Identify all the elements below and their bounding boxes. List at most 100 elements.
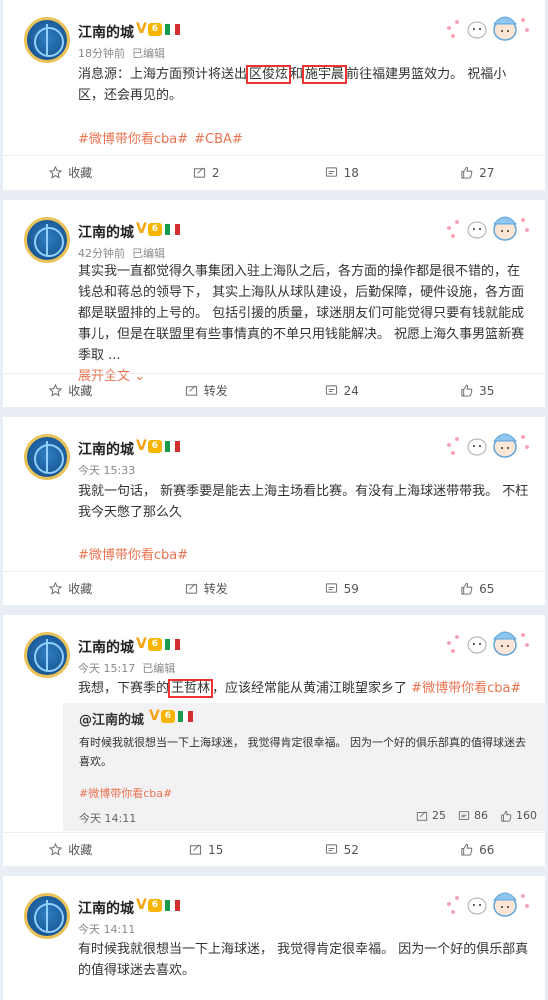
verified-v-icon: V	[136, 897, 147, 913]
like-button[interactable]: 65	[410, 572, 546, 605]
italy-flag-icon	[164, 899, 180, 911]
comment-icon	[325, 583, 337, 593]
post-time[interactable]: 今天 15:33	[78, 464, 135, 477]
verified-v-icon: V	[149, 708, 160, 724]
quoted-like[interactable]: 160	[500, 809, 537, 822]
avatar[interactable]	[24, 632, 70, 678]
verified-v-icon: V	[136, 21, 147, 37]
card-decoration-icon	[447, 631, 529, 656]
author-name[interactable]: 江南的城	[78, 222, 134, 242]
author-name[interactable]: 江南的城	[78, 898, 134, 918]
highlighted-name: 区俊炫	[246, 65, 292, 84]
user-badges: V 6	[136, 21, 180, 37]
post-card: 江南的城 V 6 今天 15:33 我就一句话， 新赛季要是能去上海主场看比赛。…	[3, 417, 545, 605]
action-bar: 收藏 2 18 27	[3, 155, 545, 189]
topic-tag[interactable]: #微博带你看cba#	[78, 548, 188, 563]
thumbs-up-icon	[461, 384, 473, 397]
post-meta: 今天 15:17 已编辑	[78, 660, 175, 676]
avatar[interactable]	[24, 217, 70, 263]
topic-tag[interactable]: #微博带你看cba#	[79, 785, 172, 801]
repost-button[interactable]: 2	[139, 156, 275, 189]
verified-v-icon: V	[136, 438, 147, 454]
repost-icon	[185, 385, 197, 396]
level-badge-icon: 6	[147, 898, 162, 912]
like-button[interactable]: 27	[410, 156, 546, 189]
comment-button[interactable]: 52	[274, 833, 410, 866]
comment-button[interactable]: 24	[274, 374, 410, 407]
repost-button[interactable]: 转发	[139, 572, 275, 605]
comment-icon	[325, 385, 337, 395]
post-text: 我想，下赛季的 王哲林 ，应该经常能从黄浦江眺望家乡了 #微博带你看cba#	[78, 679, 522, 698]
quoted-comment[interactable]: 86	[458, 809, 488, 822]
level-badge-icon: 6	[147, 439, 162, 453]
card-decoration-icon	[447, 16, 529, 41]
comment-icon	[325, 844, 337, 854]
comment-button[interactable]: 18	[274, 156, 410, 189]
post-time[interactable]: 18分钟前	[78, 47, 125, 60]
highlighted-name: 王哲林	[168, 679, 214, 698]
repost-icon	[416, 810, 428, 821]
post-time[interactable]: 42分钟前	[78, 247, 125, 260]
italy-flag-icon	[164, 440, 180, 452]
user-badges: V 6	[136, 221, 180, 237]
star-icon	[49, 843, 63, 856]
post-text: 消息源：上海方面预计将送出 区俊炫和施宇晨 前往福建男篮效力。 祝福小区，还会再见的…	[78, 65, 507, 103]
post-card: 江南的城 V 6 18分钟前 已编辑 消息源：上海方面预计将送出 区俊炫和施宇晨前…	[3, 0, 545, 190]
level-badge-icon: 6	[147, 22, 162, 36]
comment-icon	[325, 167, 337, 177]
post-time[interactable]: 今天 14:11	[78, 923, 135, 936]
card-decoration-icon	[447, 433, 529, 458]
topic-tag[interactable]: #微博带你看cba#	[411, 681, 521, 696]
quoted-text: 有时候我就很想当一下上海球迷， 我觉得肯定很幸福。 因为一个好的俱乐部真的值得球…	[79, 736, 526, 768]
post-card: 江南的城 V 6 今天 14:11 有时候我就很想当一下上海球迷， 我觉得肯定很…	[3, 876, 545, 1000]
thumbs-up-icon	[461, 843, 473, 856]
post-time[interactable]: 今天 15:17	[78, 662, 135, 675]
italy-flag-icon	[164, 223, 180, 235]
post-meta: 18分钟前 已编辑	[78, 45, 165, 61]
repost-button[interactable]: 转发	[139, 374, 275, 407]
quoted-author[interactable]: @江南的城	[79, 709, 144, 728]
author-name[interactable]: 江南的城	[78, 439, 134, 459]
italy-flag-icon	[177, 710, 193, 722]
repost-button[interactable]: 15	[139, 833, 275, 866]
topic-tags: #微博带你看cba#	[78, 544, 194, 563]
repost-icon	[190, 844, 202, 855]
comment-icon	[458, 810, 470, 820]
post-meta: 42分钟前 已编辑	[78, 245, 165, 261]
post-meta: 今天 14:11	[78, 921, 135, 937]
thumbs-up-icon	[461, 582, 473, 595]
user-badges: V 6	[149, 708, 193, 724]
favorite-button[interactable]: 收藏	[3, 156, 139, 189]
action-bar: 收藏 转发 24 35	[3, 373, 545, 407]
level-badge-icon: 6	[147, 222, 162, 236]
post-card: 江南的城 V 6 42分钟前 已编辑 其实我一直都觉得久事集团入驻上海队之后，各…	[3, 200, 545, 407]
user-badges: V 6	[136, 897, 180, 913]
repost-icon	[193, 167, 205, 178]
weibo-feed: 江南的城 V 6 18分钟前 已编辑 消息源：上海方面预计将送出 区俊炫和施宇晨前…	[0, 0, 548, 1000]
edited-label: 已编辑	[132, 47, 165, 60]
author-name[interactable]: 江南的城	[78, 22, 134, 42]
topic-tag[interactable]: #微博带你看cba#	[78, 132, 188, 147]
avatar[interactable]	[24, 434, 70, 480]
avatar[interactable]	[24, 893, 70, 939]
like-button[interactable]: 35	[410, 374, 546, 407]
quoted-time[interactable]: 今天 14:11	[79, 810, 136, 826]
action-bar: 收藏 转发 59 65	[3, 571, 545, 605]
favorite-button[interactable]: 收藏	[3, 374, 139, 407]
edited-label: 已编辑	[132, 247, 165, 260]
topic-tag[interactable]: #CBA#	[194, 132, 243, 147]
favorite-button[interactable]: 收藏	[3, 833, 139, 866]
post-meta: 今天 15:33	[78, 462, 135, 478]
author-name[interactable]: 江南的城	[78, 637, 134, 657]
comment-button[interactable]: 59	[274, 572, 410, 605]
quoted-repost[interactable]: 25	[416, 809, 446, 822]
avatar[interactable]	[24, 17, 70, 63]
like-button[interactable]: 66	[410, 833, 546, 866]
star-icon	[49, 166, 63, 179]
user-badges: V 6	[136, 438, 180, 454]
star-icon	[49, 582, 63, 595]
reposted-quote[interactable]: @江南的城 V 6 有时候我就很想当一下上海球迷， 我觉得肯定很幸福。 因为一个…	[63, 703, 545, 831]
edited-label: 已编辑	[142, 662, 176, 675]
thumbs-up-icon	[501, 810, 512, 822]
favorite-button[interactable]: 收藏	[3, 572, 139, 605]
